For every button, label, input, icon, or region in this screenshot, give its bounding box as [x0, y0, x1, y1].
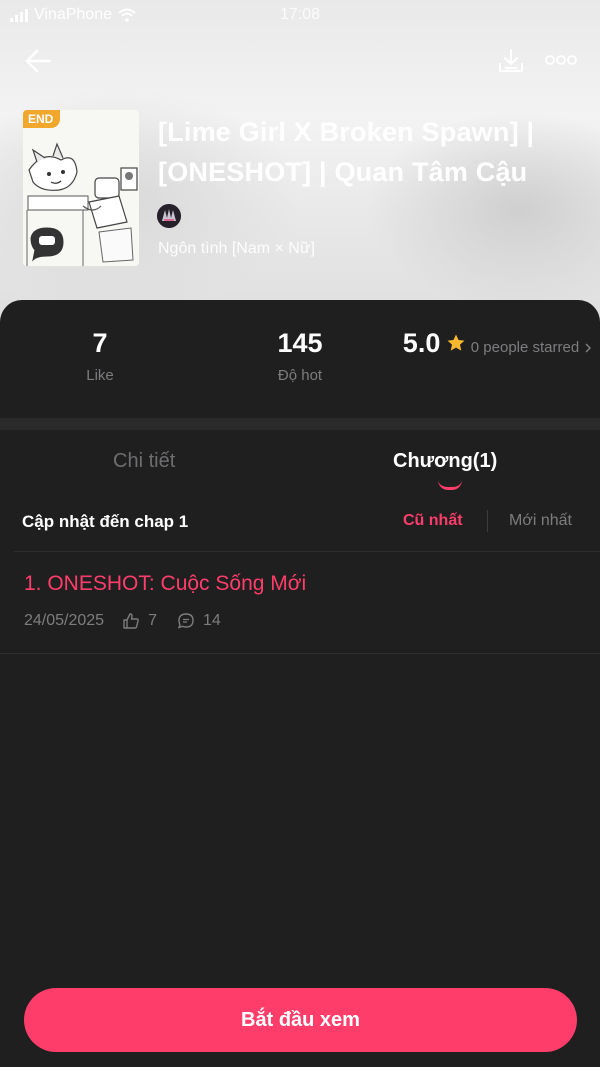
content-panel: 7 Like 145 Độ hot 5.0 0 people starred C [0, 300, 600, 1067]
stat-like: 7 Like [0, 325, 200, 384]
star-icon [447, 334, 465, 351]
more-icon[interactable] [544, 52, 578, 68]
tab-bar: Chi tiết Chương(1) [0, 430, 600, 496]
like-label: Like [86, 367, 114, 384]
update-status: Cập nhật đến chap 1 [22, 512, 189, 531]
active-tab-indicator [438, 480, 462, 490]
section-divider [0, 418, 600, 430]
thumbs-up-icon [123, 613, 139, 629]
wifi-icon [118, 8, 136, 22]
chapter-comments: 14 [202, 612, 221, 629]
rating-value-row: 5.0 [403, 325, 467, 361]
rating-count-link[interactable]: 0 people starred [471, 339, 593, 356]
chapter-item[interactable]: 1. ONESHOT: Cuộc Sống Mới 24/05/2025 7 1… [0, 552, 600, 652]
tab-chapters[interactable]: Chương(1) [393, 450, 497, 473]
stat-rating[interactable]: 5.0 0 people starred [398, 325, 598, 361]
comment-icon [177, 613, 194, 629]
signal-icon [10, 8, 28, 22]
chapter-list-header: Cập nhật đến chap 1 Cũ nhất Mới nhất [0, 498, 600, 550]
list-divider [0, 653, 600, 654]
chapter-title[interactable]: 1. ONESHOT: Cuộc Sống Mới [24, 572, 306, 596]
stat-hot: 145 Độ hot [200, 325, 400, 384]
hot-count: 145 [277, 328, 323, 358]
end-badge: END [23, 110, 61, 128]
sort-newest-button[interactable]: Mới nhất [509, 512, 572, 530]
cover-illustration [23, 110, 139, 266]
chevron-right-icon [585, 342, 592, 353]
like-count: 7 [92, 328, 108, 358]
story-title: [Lime Girl X Broken Spawn] | [ONESHOT] |… [158, 117, 535, 187]
sort-divider [487, 510, 488, 532]
author-avatar[interactable] [157, 204, 181, 228]
download-icon[interactable] [497, 47, 525, 75]
story-genre[interactable]: Ngôn tình [Nam × Nữ] [158, 240, 315, 258]
chapter-meta: 24/05/2025 7 14 [24, 612, 221, 630]
stats-bar: 7 Like 145 Độ hot 5.0 0 people starred [0, 300, 600, 418]
story-header: VinaPhone 17:08 END [Lime Girl X Broken … [0, 0, 600, 330]
hot-label: Độ hot [277, 367, 323, 384]
start-reading-button[interactable]: Bắt đầu xem [24, 988, 577, 1052]
status-bar: VinaPhone 17:08 [0, 0, 600, 30]
rating-count: 0 people starred [470, 339, 580, 356]
back-arrow-icon[interactable] [22, 46, 56, 76]
chapter-likes: 7 [148, 612, 157, 629]
chapter-date: 24/05/2025 [24, 612, 105, 629]
story-cover[interactable]: END [23, 110, 139, 266]
sort-oldest-button[interactable]: Cũ nhất [403, 512, 463, 530]
tab-detail[interactable]: Chi tiết [113, 450, 175, 473]
carrier-name: VinaPhone [34, 6, 112, 23]
rating-value: 5.0 [402, 328, 441, 358]
status-time: 17:08 [280, 6, 321, 23]
